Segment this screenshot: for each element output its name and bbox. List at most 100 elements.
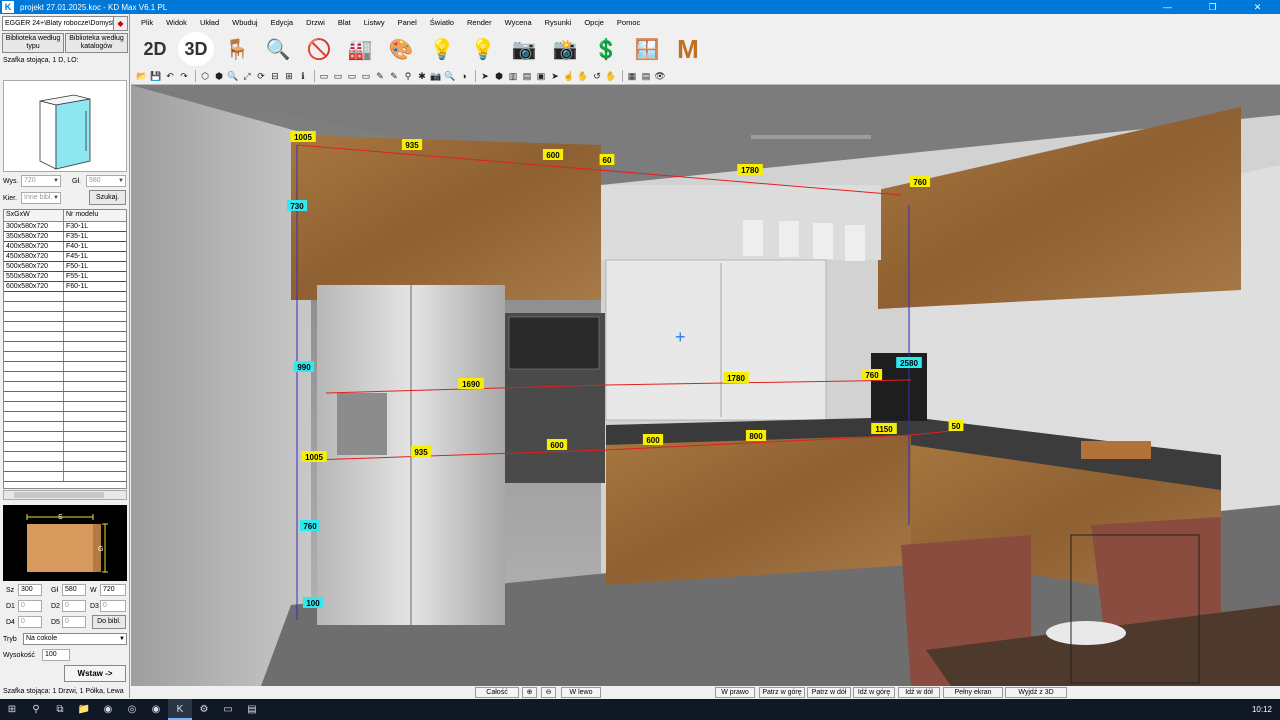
d3-input[interactable]: 0 <box>100 600 126 612</box>
small-tool-icon-15[interactable]: ▭ <box>360 70 372 82</box>
height-select[interactable]: 720 ▼ <box>21 175 61 187</box>
look-down-button[interactable]: Patrz w dół <box>807 687 851 698</box>
mode-select[interactable]: Na cokole ▼ <box>23 633 127 645</box>
table-scrollbar[interactable] <box>3 490 127 500</box>
small-tool-icon-18[interactable]: ⚲ <box>402 70 414 82</box>
column-header-size[interactable]: SxGxW <box>4 210 64 221</box>
small-tool-icon-2[interactable]: ↶ <box>164 70 176 82</box>
3d-viewport[interactable]: + 1005 935 600 60 1780 760 730 990 760 100 2580 169… <box>131 85 1280 686</box>
table-row-empty[interactable] <box>4 402 126 412</box>
dimension-label[interactable]: 100 <box>306 599 320 608</box>
close-button[interactable]: ✕ <box>1235 0 1280 14</box>
dimension-label[interactable]: 1005 <box>294 133 312 142</box>
table-row-empty[interactable] <box>4 372 126 382</box>
table-row-empty[interactable] <box>4 302 126 312</box>
table-row[interactable]: 400x580x720 F40-1L <box>4 242 126 252</box>
obs-icon[interactable]: ◉ <box>144 699 168 720</box>
dimension-label[interactable]: 800 <box>749 432 763 441</box>
table-row-empty[interactable] <box>4 472 126 482</box>
view-whole-button[interactable]: Całość <box>475 687 519 698</box>
menu-item-1[interactable]: Widok <box>166 18 187 27</box>
table-row-empty[interactable] <box>4 292 126 302</box>
table-row[interactable]: 500x580x720 F50-1L <box>4 262 126 272</box>
dimension-label[interactable]: 730 <box>290 202 304 211</box>
height-input[interactable]: 720 <box>100 584 126 596</box>
small-tool-icon-23[interactable]: ➤ <box>479 70 491 82</box>
table-row-empty[interactable] <box>4 352 126 362</box>
dimension-label[interactable]: 760 <box>865 371 879 380</box>
small-tool-icon-26[interactable]: ▤ <box>521 70 533 82</box>
dimension-label[interactable]: 760 <box>303 522 317 531</box>
menu-item-4[interactable]: Edycja <box>271 18 294 27</box>
d5-input[interactable]: 0 <box>62 616 86 628</box>
view-3d-button[interactable]: 3D <box>178 32 214 66</box>
plinth-height-input[interactable]: 100 <box>42 649 70 661</box>
pan-right-button[interactable]: W prawo <box>715 687 755 698</box>
dimension-label[interactable]: 990 <box>297 363 311 372</box>
small-tool-icon-4[interactable]: ⬡ <box>199 70 211 82</box>
zoom-out-icon[interactable]: ⊖ <box>541 687 556 698</box>
camera-icon[interactable]: 📷 <box>506 32 542 66</box>
menu-item-11[interactable]: Wycena <box>505 18 532 27</box>
settings-icon[interactable]: ⚙ <box>192 699 216 720</box>
d4-input[interactable]: 0 <box>18 616 42 628</box>
small-tool-icon-10[interactable]: ⊞ <box>283 70 295 82</box>
inspect-icon[interactable]: 🔍 <box>260 32 296 66</box>
menu-item-12[interactable]: Rysunki <box>545 18 572 27</box>
menu-item-6[interactable]: Blat <box>338 18 351 27</box>
small-tool-icon-19[interactable]: ✱ <box>416 70 428 82</box>
go-up-button[interactable]: Idź w górę <box>853 687 895 698</box>
file-explorer-icon[interactable]: 📁 <box>72 699 96 720</box>
dimension-label[interactable]: 1780 <box>741 166 759 175</box>
small-tool-icon-16[interactable]: ✎ <box>374 70 386 82</box>
tab-library-by-type[interactable]: Biblioteka według typu <box>2 33 64 53</box>
small-tool-icon-24[interactable]: ⬢ <box>493 70 505 82</box>
small-tool-icon-22[interactable]: ◑ <box>458 70 470 82</box>
tab-library-by-catalog[interactable]: Biblioteka według katalogów <box>65 33 128 53</box>
dimension-label[interactable]: 1780 <box>727 374 745 383</box>
small-tool-icon-34[interactable]: ▤ <box>640 70 652 82</box>
table-row-empty[interactable] <box>4 332 126 342</box>
app-icon[interactable]: ▤ <box>240 699 264 720</box>
menu-item-13[interactable]: Opcje <box>584 18 604 27</box>
d1-input[interactable]: 0 <box>18 600 42 612</box>
table-row-empty[interactable] <box>4 342 126 352</box>
menu-item-2[interactable]: Układ <box>200 18 219 27</box>
window-icon[interactable]: 🪟 <box>629 32 665 66</box>
search-button[interactable]: Szukaj. <box>89 190 126 205</box>
table-row-empty[interactable] <box>4 322 126 332</box>
small-tool-icon-17[interactable]: ✎ <box>388 70 400 82</box>
zoom-in-icon[interactable]: ⊕ <box>522 687 537 698</box>
windows-start-icon[interactable]: ⊞ <box>0 699 24 720</box>
small-tool-icon-35[interactable]: 👁 <box>654 70 666 82</box>
small-tool-icon-27[interactable]: ▣ <box>535 70 547 82</box>
small-tool-icon-32[interactable]: ✋ <box>605 70 617 82</box>
small-tool-icon-1[interactable]: 💾 <box>150 70 162 82</box>
menu-item-0[interactable]: Plik <box>141 18 153 27</box>
direction-select[interactable]: Inne bibl. ▼ <box>21 192 61 204</box>
small-tool-icon-28[interactable]: ➤ <box>549 70 561 82</box>
dimension-label[interactable]: 50 <box>952 422 961 431</box>
go-down-button[interactable]: Idź w dół <box>898 687 940 698</box>
dimension-label[interactable]: 760 <box>913 178 927 187</box>
task-view-icon[interactable]: ⧉ <box>48 699 72 720</box>
maximize-button[interactable]: ❐ <box>1190 0 1235 14</box>
catalog-icon[interactable]: ◆ <box>113 17 127 30</box>
small-tool-icon-8[interactable]: ⟳ <box>255 70 267 82</box>
menu-item-5[interactable]: Drzwi <box>306 18 325 27</box>
small-tool-icon-12[interactable]: ▭ <box>318 70 330 82</box>
m-logo-icon[interactable]: M <box>670 32 706 66</box>
table-row-empty[interactable] <box>4 422 126 432</box>
small-tool-icon-30[interactable]: ✋ <box>577 70 589 82</box>
dimension-label[interactable]: 1150 <box>875 425 893 434</box>
dimension-label[interactable]: 1005 <box>305 453 323 462</box>
table-row-empty[interactable] <box>4 362 126 372</box>
dimension-label[interactable]: 600 <box>546 151 560 160</box>
kitchen-scene[interactable]: + 1005 935 600 60 1780 760 730 990 760 100 2580 169… <box>131 85 1280 686</box>
factory-icon[interactable]: 🏭 <box>342 32 378 66</box>
menu-item-9[interactable]: Światło <box>430 18 454 27</box>
table-row-empty[interactable] <box>4 462 126 472</box>
table-row[interactable]: 450x580x720 F45-1L <box>4 252 126 262</box>
palette-icon[interactable]: 🎨 <box>383 32 419 66</box>
minimize-button[interactable]: — <box>1145 0 1190 14</box>
